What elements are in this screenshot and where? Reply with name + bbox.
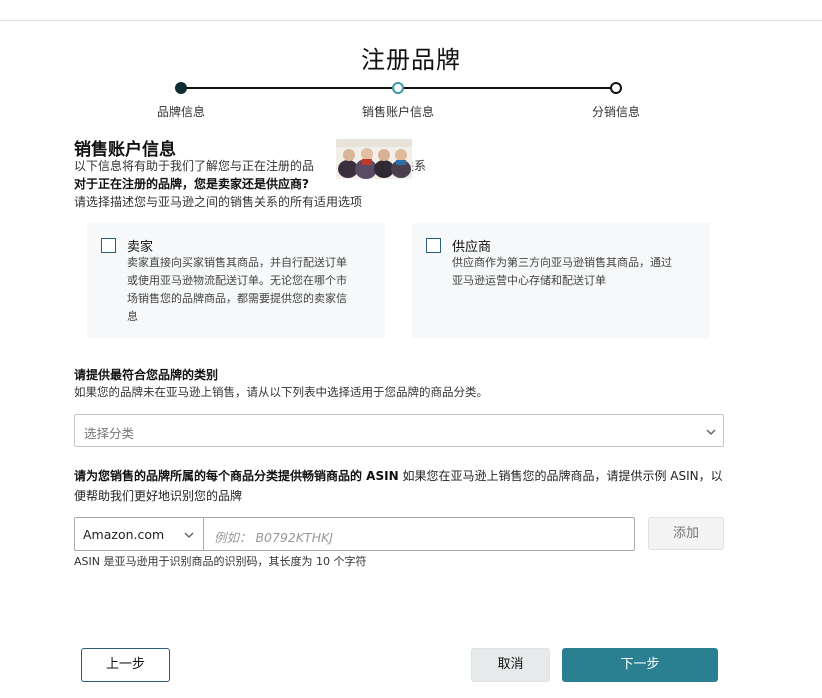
step-label-distribution: 分销信息 (591, 105, 640, 119)
previous-step-button[interactable]: 上一步 (81, 648, 170, 682)
stepper-line-2 (398, 87, 616, 89)
category-select[interactable]: 选择分类 (74, 414, 724, 447)
stepper-line-1 (181, 87, 398, 89)
top-divider (0, 20, 822, 21)
vendor-option-card[interactable]: 供应商 供应商作为第三方向亚马逊销售其商品，通过 亚马逊运营中心存储和配送订单 (412, 223, 710, 338)
step-dot-distribution (610, 82, 622, 94)
intro-text-start: 以下信息将有助于我们了解您与正在注册的品 (74, 159, 315, 173)
category-title: 请提供最符合您品牌的类别 (74, 368, 219, 382)
category-hint: 如果您的品牌未在亚马逊上销售，请从以下列表中选择适用于您品牌的商品分类。 (74, 385, 488, 399)
seller-desc-line: 场销售您的品牌商品，都需要提供您的卖家信 (127, 292, 347, 305)
overlay-thumbnail-image (336, 139, 412, 179)
asin-title-bold: 请为您销售的品牌所属的每个商品分类提供畅销商品的 ASIN (74, 469, 399, 483)
vendor-desc-line: 供应商作为第三方向亚马逊销售其商品，通过 (452, 256, 672, 269)
category-select-placeholder: 选择分类 (84, 426, 135, 441)
seller-type-hint: 请选择描述您与亚马逊之间的销售关系的所有适用选项 (74, 195, 363, 209)
progress-stepper: 品牌信息 销售账户信息 分销信息 (0, 80, 822, 120)
seller-desc-line: 息 (127, 310, 138, 323)
asin-help-text: ASIN 是亚马逊用于识别商品的识别码，其长度为 10 个字符 (74, 555, 367, 568)
page-title: 注册品牌 (361, 46, 461, 74)
seller-option-title: 卖家 (127, 240, 154, 255)
cancel-button[interactable]: 取消 (471, 648, 550, 682)
seller-option-description: 卖家直接向买家销售其商品，并自行配送订单 或使用亚马逊物流配送订单。无论您在哪个… (127, 254, 347, 326)
step-label-brand-info: 品牌信息 (156, 105, 205, 119)
seller-option-card[interactable]: 卖家 卖家直接向买家销售其商品，并自行配送订单 或使用亚马逊物流配送订单。无论您… (87, 223, 385, 338)
asin-section-title: 请为您销售的品牌所属的每个商品分类提供畅销商品的 ASIN 如果您在亚马逊上销售… (74, 466, 734, 506)
seller-checkbox[interactable] (101, 238, 116, 253)
marketplace-select[interactable]: Amazon.com (74, 517, 204, 551)
vendor-option-description: 供应商作为第三方向亚马逊销售其商品，通过 亚马逊运营中心存储和配送订单 (452, 254, 672, 290)
vendor-option-title: 供应商 (452, 240, 492, 255)
asin-input[interactable]: 例如： B0792KTHKJ (203, 517, 635, 551)
step-label-sales-account: 销售账户信息 (361, 105, 434, 119)
marketplace-select-value: Amazon.com (83, 527, 165, 542)
asin-input-placeholder: 例如： B0792KTHKJ (214, 530, 333, 545)
step-dot-sales-account (392, 82, 404, 94)
seller-desc-line: 卖家直接向买家销售其商品，并自行配送订单 (127, 256, 347, 269)
vendor-desc-line: 亚马逊运营中心存储和配送订单 (452, 274, 606, 287)
next-step-button[interactable]: 下一步 (562, 648, 718, 682)
vendor-checkbox[interactable] (426, 238, 441, 253)
chevron-down-icon (184, 532, 194, 539)
seller-type-question: 对于正在注册的品牌，您是卖家还是供应商? (74, 177, 309, 191)
add-asin-button[interactable]: 添加 (648, 517, 724, 550)
chevron-down-icon (706, 429, 716, 436)
seller-desc-line: 或使用亚马逊物流配送订单。无论您在哪个市 (127, 274, 347, 287)
step-dot-brand-info (175, 82, 187, 94)
